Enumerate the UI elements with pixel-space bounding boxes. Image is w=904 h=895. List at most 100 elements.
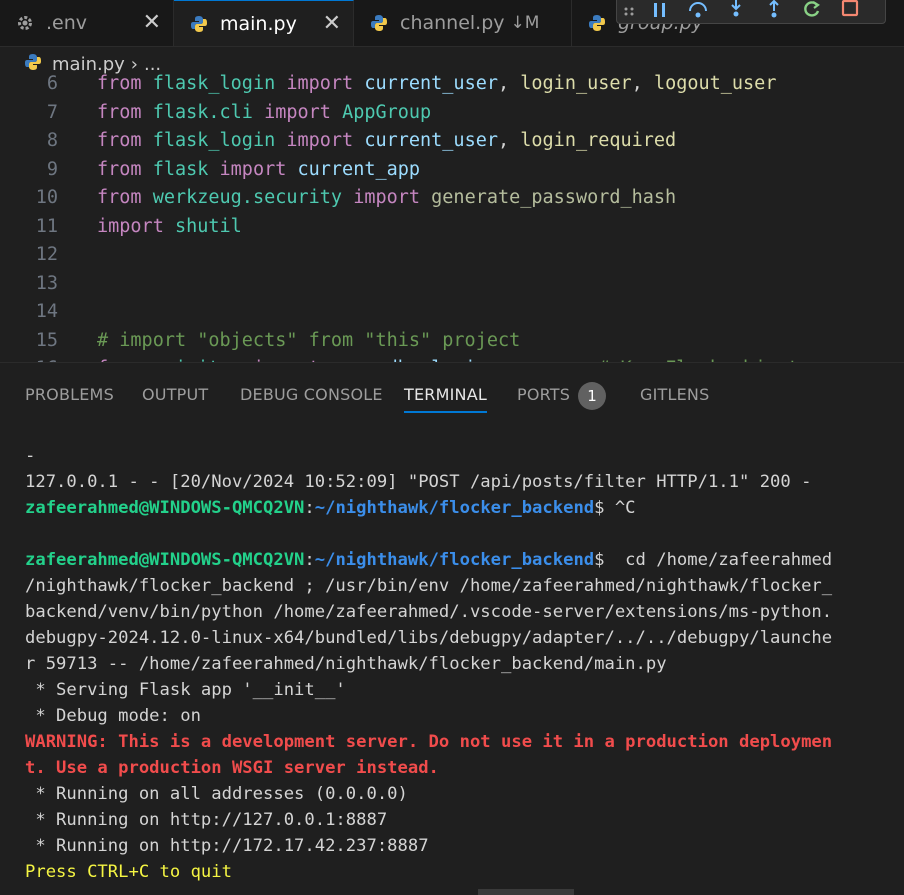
code-token: current_user	[364, 73, 498, 94]
terminal-text: r 59713 -- /home/zafeerahmed/nighthawk/f…	[25, 654, 667, 674]
tab-label: channel.py	[400, 12, 505, 34]
code-token: import	[264, 101, 343, 123]
terminal-text: t. Use a production WSGI server instead.	[25, 758, 439, 778]
git-status-badge: ↓M	[510, 13, 540, 33]
tab-output[interactable]: OUTPUT	[142, 385, 208, 404]
code-token: login_user	[520, 73, 632, 94]
tab-label: .env	[46, 12, 88, 34]
code-line[interactable]: 16 from __init__ import app, db, login_ma…	[0, 355, 904, 362]
code-line[interactable]: 7 from flask.cli import AppGroup	[0, 99, 904, 127]
gear-icon	[16, 14, 34, 32]
drag-grip-icon[interactable]	[621, 0, 637, 21]
line-number: 9	[46, 158, 58, 180]
close-icon[interactable]: ✕	[323, 11, 341, 36]
terminal-line: * Running on http://127.0.0.1:8887	[25, 807, 895, 833]
tab-channel-py[interactable]: channel.py ↓M	[354, 0, 572, 46]
pause-icon[interactable]	[645, 0, 675, 21]
code-token: import	[286, 130, 365, 151]
terminal-text: * Running on http://172.17.42.237:8887	[25, 836, 429, 856]
terminal-line: t. Use a production WSGI server instead.	[25, 755, 895, 781]
terminal-text: ~/nighthawk/flocker_backend	[314, 498, 595, 518]
code-token: current_user	[364, 130, 498, 151]
terminal-text: * Serving Flask app '__init__'	[25, 680, 346, 700]
code-token: flask.cli	[152, 101, 265, 123]
terminal-line: * Serving Flask app '__init__'	[25, 677, 895, 703]
step-over-icon[interactable]	[683, 0, 713, 21]
tab-debug-console[interactable]: DEBUG CONSOLE	[240, 385, 383, 404]
terminal-text: WARNING: This is a development server. D…	[25, 732, 833, 752]
terminal-line: * Running on all addresses (0.0.0.0)	[25, 781, 895, 807]
code-content: from flask.cli import AppGroup	[97, 99, 431, 127]
code-token: current_app	[297, 158, 421, 180]
code-token: ,	[631, 73, 654, 94]
code-content: from flask_login import current_user, lo…	[97, 127, 676, 155]
code-content: import shutil	[97, 213, 242, 241]
terminal-text: zafeerahmed@WINDOWS-QMCQ2VN	[25, 498, 305, 518]
code-token: from	[97, 158, 153, 180]
line-number: 13	[35, 272, 58, 294]
stop-icon[interactable]	[835, 0, 865, 21]
terminal-line: /nighthawk/flocker_backend ; /usr/bin/en…	[25, 573, 895, 599]
terminal-text: Press CTRL+C to quit	[25, 862, 232, 882]
tab-env[interactable]: .env ✕	[0, 0, 174, 46]
terminal-text: zafeerahmed@WINDOWS-QMCQ2VN	[25, 550, 305, 570]
line-number: 16	[0, 355, 58, 362]
code-token: flask	[152, 158, 220, 180]
code-token: flask_login	[152, 130, 287, 151]
terminal-line: r 59713 -- /home/zafeerahmed/nighthawk/f…	[25, 651, 895, 677]
line-number: 10	[35, 187, 58, 208]
code-editor[interactable]: 6 from flask_login import current_user, l…	[0, 70, 904, 362]
terminal-text: * Running on http://127.0.0.1:8887	[25, 810, 388, 830]
terminal-text: ~/nighthawk/flocker_backend	[314, 550, 595, 570]
code-token: login_required	[520, 130, 677, 151]
code-token: from	[97, 73, 153, 94]
code-token: from	[97, 130, 153, 151]
code-line[interactable]: 11 import shutil	[0, 213, 904, 241]
code-line[interactable]: 15 # import "objects" from "this" project	[0, 327, 904, 355]
tab-gitlens[interactable]: GITLENS	[640, 385, 709, 404]
code-line[interactable]: 6 from flask_login import current_user, l…	[0, 70, 904, 98]
terminal-text: :	[304, 550, 315, 570]
code-line[interactable]: 9 from flask import current_app	[0, 156, 904, 184]
editor-tab-bar: .env ✕ main.py ✕ channel.py ↓M group.py	[0, 0, 904, 47]
terminal-line: -	[25, 443, 895, 469]
terminal-line: * Debug mode: on	[25, 703, 895, 729]
code-token: from	[97, 187, 153, 208]
horizontal-scrollbar[interactable]	[478, 889, 574, 895]
tab-main-py[interactable]: main.py ✕	[174, 0, 354, 46]
python-icon	[588, 14, 606, 32]
terminal-text: 127.0.0.1 - - [20/Nov/2024 10:52:09] "PO…	[25, 472, 812, 492]
code-line[interactable]: 10 from werkzeug.security import generate…	[0, 184, 904, 212]
terminal-output[interactable]: - 127.0.0.1 - - [20/Nov/2024 10:52:09] "P…	[25, 443, 895, 885]
debug-toolbar	[616, 0, 886, 24]
line-number: 8	[46, 130, 58, 151]
tab-terminal[interactable]: TERMINAL	[404, 385, 487, 413]
terminal-text: backend/venv/bin/python /home/zafeerahme…	[25, 602, 833, 622]
code-line[interactable]: 12	[0, 241, 904, 269]
code-token: import	[353, 187, 432, 208]
code-line[interactable]: 8 from flask_login import current_user, l…	[0, 127, 904, 155]
line-number: 7	[46, 101, 58, 123]
code-content: from flask import current_app	[97, 156, 420, 184]
bottom-panel: PROBLEMS OUTPUT DEBUG CONSOLE TERMINAL P…	[0, 362, 904, 895]
code-token: logout_user	[653, 73, 777, 94]
terminal-text: debugpy-2024.12.0-linux-x64/bundled/libs…	[25, 628, 833, 648]
python-icon	[190, 15, 208, 33]
panel-tab-bar: PROBLEMS OUTPUT DEBUG CONSOLE TERMINAL P…	[0, 363, 904, 427]
code-line[interactable]: 13	[0, 270, 904, 298]
code-line[interactable]: 14	[0, 298, 904, 326]
step-out-icon[interactable]	[759, 0, 789, 21]
line-number: 11	[35, 215, 58, 237]
step-into-icon[interactable]	[721, 0, 751, 21]
close-icon[interactable]: ✕	[143, 10, 161, 35]
line-number: 6	[46, 73, 58, 94]
tab-label: main.py	[220, 12, 297, 35]
line-number: 12	[35, 244, 58, 265]
tab-ports[interactable]: PORTS	[517, 385, 570, 404]
code-token: from	[97, 101, 153, 123]
restart-icon[interactable]	[797, 0, 827, 21]
code-content: from flask_login import current_user, lo…	[97, 70, 776, 98]
tab-problems[interactable]: PROBLEMS	[25, 385, 114, 404]
code-token: AppGroup	[342, 101, 432, 123]
